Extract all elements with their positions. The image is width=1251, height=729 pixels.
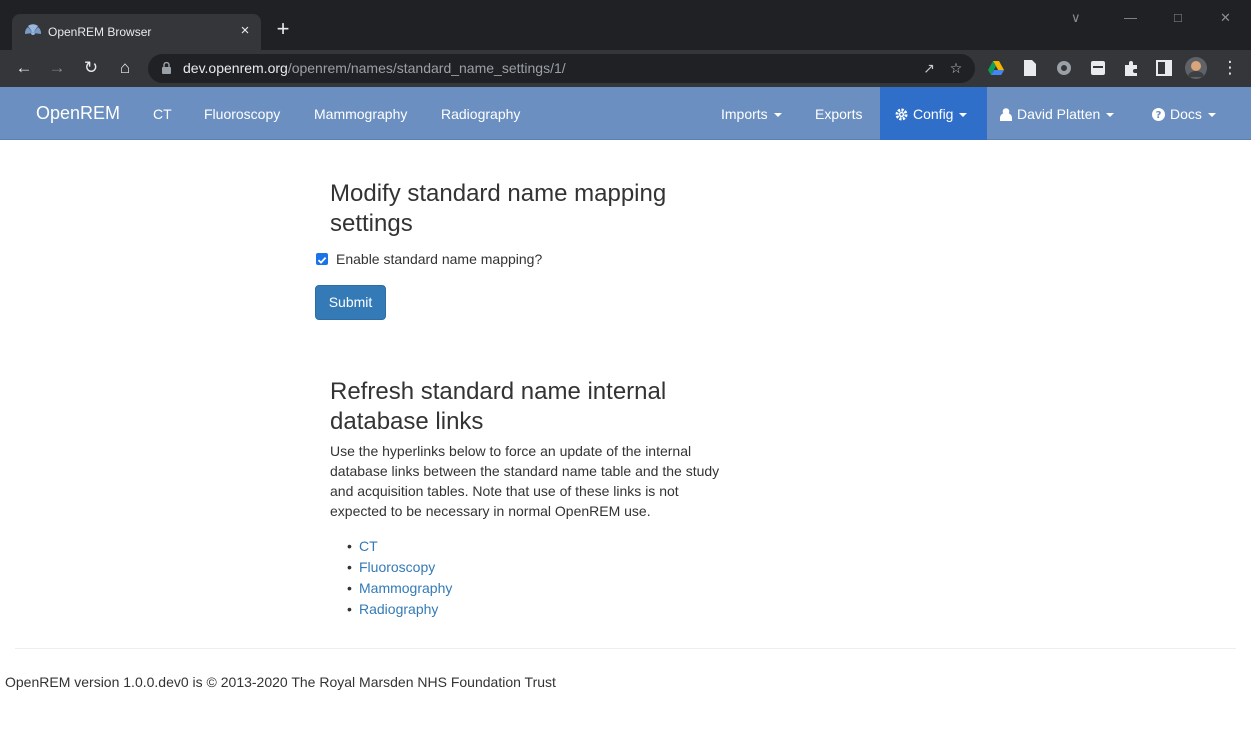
forward-arrow-icon[interactable]: →: [46, 57, 68, 79]
google-drive-icon[interactable]: [987, 59, 1005, 77]
nav-radiography[interactable]: Radiography: [441, 106, 520, 122]
list-item: • CT: [344, 536, 452, 557]
nav-docs-dropdown[interactable]: ? Docs: [1152, 106, 1216, 122]
url-host: dev.openrem.org: [183, 60, 288, 76]
bookmark-star-icon[interactable]: ☆: [947, 59, 965, 77]
profile-avatar[interactable]: [1185, 57, 1207, 79]
nav-config-label: Config: [913, 106, 954, 122]
browser-toolbar: ← → ↻ ⌂ dev.openrem.org/openrem/names/st…: [0, 50, 1251, 87]
gear-icon: [895, 108, 908, 121]
nav-mammography[interactable]: Mammography: [314, 106, 407, 122]
nav-imports-label: Imports: [721, 106, 768, 122]
nav-config-dropdown[interactable]: Config: [895, 106, 968, 122]
nav-docs-label: Docs: [1170, 106, 1202, 122]
refresh-link-fluoroscopy[interactable]: Fluoroscopy: [359, 559, 435, 575]
close-window-button[interactable]: ✕: [1220, 10, 1231, 26]
extension-stack-icon[interactable]: [1089, 59, 1107, 77]
minimize-button[interactable]: —: [1124, 10, 1137, 25]
refresh-heading: Refresh standard name internal database …: [330, 378, 667, 435]
new-tab-button[interactable]: +: [272, 18, 294, 41]
list-item: • Radiography: [344, 599, 452, 620]
maximize-button[interactable]: □: [1174, 10, 1182, 25]
caret-down-icon: [773, 113, 782, 118]
list-item: • Fluoroscopy: [344, 557, 452, 578]
browser-tab-strip: OpenREM Browser × + ∨ — □ ✕: [0, 0, 1251, 50]
nav-exports[interactable]: Exports: [815, 106, 862, 122]
user-icon: [1000, 108, 1012, 121]
radiation-favicon-icon: [24, 24, 42, 35]
refresh-description: Use the hyperlinks below to force an upd…: [330, 443, 720, 519]
nav-ct[interactable]: CT: [153, 106, 172, 122]
browser-tab[interactable]: OpenREM Browser ×: [12, 14, 261, 50]
bullet: •: [347, 601, 352, 617]
lock-icon: [162, 62, 171, 74]
enable-mapping-label[interactable]: Enable standard name mapping?: [336, 251, 542, 267]
tab-title: OpenREM Browser: [48, 25, 152, 39]
refresh-links-list: • CT • Fluoroscopy • Mammography • Radiograp…: [344, 536, 452, 620]
side-panel-icon[interactable]: [1155, 59, 1173, 77]
extensions-puzzle-icon[interactable]: [1122, 59, 1140, 77]
document-extension-icon[interactable]: [1021, 59, 1039, 77]
submit-button[interactable]: Submit: [315, 285, 386, 320]
back-arrow-icon[interactable]: ←: [13, 57, 35, 79]
url-path: /openrem/names/standard_name_settings/1/: [287, 60, 566, 76]
bullet: •: [347, 580, 352, 596]
checkmark-icon: [317, 256, 327, 264]
bullet: •: [347, 538, 352, 554]
extension-circle-icon[interactable]: [1055, 59, 1073, 77]
caret-down-icon: [959, 113, 968, 118]
tab-search-icon[interactable]: ∨: [1071, 10, 1081, 26]
settings-heading: Modify standard name mapping settings: [330, 180, 667, 237]
reload-icon[interactable]: ↻: [80, 57, 102, 79]
enable-mapping-checkbox[interactable]: [316, 253, 328, 265]
share-icon[interactable]: ↗: [920, 59, 938, 77]
tab-close-icon[interactable]: ×: [234, 20, 256, 42]
footer-copyright: OpenREM version 1.0.0.dev0 is © 2013-202…: [5, 674, 556, 690]
list-item: • Mammography: [344, 578, 452, 599]
nav-imports-dropdown[interactable]: Imports: [721, 106, 782, 122]
caret-down-icon: [1106, 113, 1115, 118]
svg-text:?: ?: [1156, 110, 1162, 121]
refresh-link-radiography[interactable]: Radiography: [359, 601, 438, 617]
bullet: •: [347, 559, 352, 575]
refresh-link-ct[interactable]: CT: [359, 538, 378, 554]
home-icon[interactable]: ⌂: [114, 57, 136, 79]
nav-user-dropdown[interactable]: David Platten: [1000, 106, 1115, 122]
url-text: dev.openrem.org/openrem/names/standard_n…: [183, 60, 566, 76]
address-bar[interactable]: dev.openrem.org/openrem/names/standard_n…: [148, 54, 975, 83]
openrem-navbar: OpenREM CT Fluoroscopy Mammography Radio…: [0, 87, 1251, 140]
menu-kebab-icon[interactable]: ⋮: [1219, 57, 1241, 79]
question-circle-icon: ?: [1152, 108, 1165, 121]
nav-user-label: David Platten: [1017, 106, 1101, 122]
caret-down-icon: [1207, 113, 1216, 118]
brand-logo[interactable]: OpenREM: [36, 103, 120, 124]
refresh-link-mammography[interactable]: Mammography: [359, 580, 452, 596]
nav-fluoroscopy[interactable]: Fluoroscopy: [204, 106, 280, 122]
footer-divider: [15, 648, 1236, 649]
